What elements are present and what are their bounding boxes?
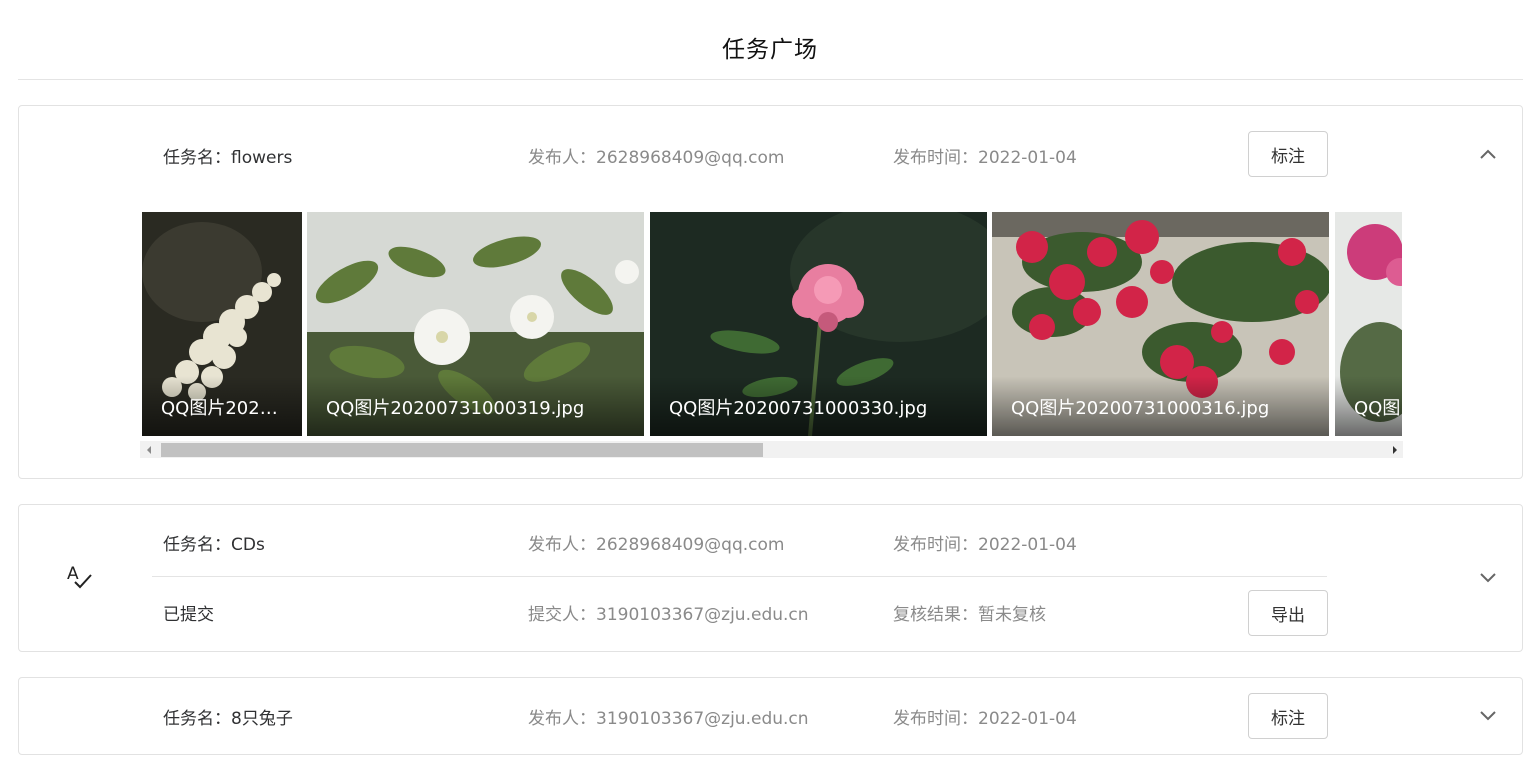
title-divider <box>18 79 1523 80</box>
task-name-field: 任务名：8只兔子 <box>163 704 293 729</box>
publisher-value: 3190103367@zju.edu.cn <box>596 709 809 729</box>
publisher-value: 2628968409@qq.com <box>596 535 785 555</box>
image-caption: QQ图片20200731000319.jpg <box>326 398 585 419</box>
expand-chevron-down-icon[interactable] <box>1477 705 1499 727</box>
image-tile[interactable]: QQ图片202… <box>142 212 302 436</box>
review-result-label: 复核结果： <box>893 605 978 625</box>
review-result-field: 复核结果：暂未复核 <box>893 600 1046 625</box>
publish-time-label: 发布时间： <box>893 535 978 555</box>
scroll-left-icon[interactable] <box>140 441 157 458</box>
gallery-scrollbar[interactable] <box>140 441 1403 458</box>
publisher-field: 发布人：3190103367@zju.edu.cn <box>528 704 809 729</box>
publish-time-field: 发布时间：2022-01-04 <box>893 530 1077 555</box>
publish-time-value: 2022-01-04 <box>978 709 1077 729</box>
publisher-field: 发布人：2628968409@qq.com <box>528 530 784 555</box>
row-divider <box>152 576 1327 577</box>
submitter-field: 提交人：3190103367@zju.edu.cn <box>528 600 809 625</box>
task-name-label: 任务名： <box>163 148 231 168</box>
publisher-value: 2628968409@qq.com <box>596 148 785 168</box>
image-gallery[interactable]: QQ图片202… QQ图片20200731000319.jpg QQ图片2020… <box>142 212 1402 438</box>
task-name-value: CDs <box>231 535 265 555</box>
page-title: 任务广场 <box>722 37 818 63</box>
task-card-flowers: 任务名：flowers 发布人：2628968409@qq.com 发布时间：2… <box>18 105 1523 479</box>
image-caption: QQ图片202… <box>161 398 278 419</box>
publish-time-value: 2022-01-04 <box>978 148 1077 168</box>
task-name-field: 任务名：CDs <box>163 530 265 555</box>
task-card-cds: A 任务名：CDs 发布人：2628968409@qq.com 发布时间：202… <box>18 504 1523 652</box>
publish-time-field: 发布时间：2022-01-04 <box>893 704 1077 729</box>
task-card-rabbits: 任务名：8只兔子 发布人：3190103367@zju.edu.cn 发布时间：… <box>18 677 1523 755</box>
scroll-right-icon[interactable] <box>1386 441 1403 458</box>
task-name-value: flowers <box>231 148 293 168</box>
export-button[interactable]: 导出 <box>1248 590 1328 636</box>
review-result-value: 暂未复核 <box>978 605 1046 625</box>
collapse-chevron-up-icon[interactable] <box>1477 143 1499 165</box>
annotate-button[interactable]: 标注 <box>1248 131 1328 177</box>
publisher-label: 发布人： <box>528 535 596 555</box>
task-name-label: 任务名： <box>163 709 231 729</box>
image-tile[interactable]: QQ图片20200731000316.jpg <box>992 212 1329 436</box>
task-name-field: 任务名：flowers <box>163 143 292 168</box>
publish-time-field: 发布时间：2022-01-04 <box>893 143 1077 168</box>
publish-time-label: 发布时间： <box>893 709 978 729</box>
image-caption: QQ图 <box>1354 398 1401 419</box>
publish-time-value: 2022-01-04 <box>978 535 1077 555</box>
spellcheck-icon: A <box>65 561 95 591</box>
image-tile[interactable]: QQ图片20200731000319.jpg <box>307 212 644 436</box>
submitter-label: 提交人： <box>528 605 596 625</box>
status-text: 已提交 <box>163 605 214 625</box>
expand-chevron-down-icon[interactable] <box>1477 567 1499 589</box>
task-name-label: 任务名： <box>163 535 231 555</box>
annotate-button[interactable]: 标注 <box>1248 693 1328 739</box>
publish-time-label: 发布时间： <box>893 148 978 168</box>
svg-text:A: A <box>67 564 79 584</box>
scrollbar-thumb[interactable] <box>161 443 763 457</box>
submitter-value: 3190103367@zju.edu.cn <box>596 605 809 625</box>
image-caption: QQ图片20200731000330.jpg <box>669 398 928 419</box>
image-tile[interactable]: QQ图片20200731000330.jpg <box>650 212 987 436</box>
image-tile[interactable]: QQ图 <box>1335 212 1402 436</box>
task-name-value: 8只兔子 <box>231 709 293 729</box>
publisher-label: 发布人： <box>528 709 596 729</box>
publisher-label: 发布人： <box>528 148 596 168</box>
publisher-field: 发布人：2628968409@qq.com <box>528 143 784 168</box>
image-caption: QQ图片20200731000316.jpg <box>1011 398 1270 419</box>
